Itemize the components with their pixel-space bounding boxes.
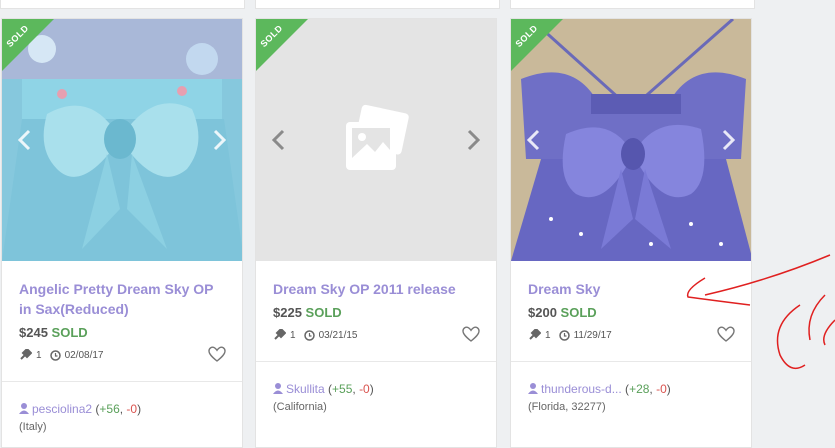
chevron-left-icon[interactable] xyxy=(523,127,545,153)
seller-location: (California) xyxy=(273,401,327,413)
positive-feedback: +56 xyxy=(99,402,120,416)
seller-line: thunderous-d... (+28, -0) xyxy=(528,382,671,396)
previous-row-card-edge xyxy=(255,0,500,9)
price-line: $225 SOLD xyxy=(273,305,342,320)
seller-location: (Italy) xyxy=(19,421,47,433)
status-sold: SOLD xyxy=(560,305,597,320)
feedback-close: ) xyxy=(666,382,671,396)
listing-title[interactable]: Angelic Pretty Dream Sky OP in Sax(Reduc… xyxy=(19,279,229,319)
listing-date: 11/29/17 xyxy=(573,329,612,341)
gavel-icon xyxy=(274,329,286,340)
seller-line: Skullita (+55, -0) xyxy=(273,382,374,396)
feedback-close: ) xyxy=(369,382,374,396)
previous-row-card-edge xyxy=(510,0,755,9)
price-line: $245 SOLD xyxy=(19,325,88,340)
price: $200 xyxy=(528,305,557,320)
card-divider xyxy=(2,381,242,382)
negative-feedback: -0 xyxy=(656,382,667,396)
chevron-right-icon[interactable] xyxy=(208,127,230,153)
status-sold: SOLD xyxy=(305,305,342,320)
listing-photo[interactable]: SOLD xyxy=(511,19,751,261)
gavel-icon xyxy=(529,329,541,340)
chevron-right-icon[interactable] xyxy=(717,127,739,153)
previous-row-card-edge xyxy=(0,0,245,9)
seller-location: (Florida, 32277) xyxy=(528,401,606,413)
bid-meta: 1 02/08/17 xyxy=(19,349,104,361)
bid-count: 1 xyxy=(36,349,42,361)
positive-feedback: +28 xyxy=(629,382,650,396)
bid-count: 1 xyxy=(545,329,551,341)
clock-icon xyxy=(49,349,61,361)
seller-line: pesciolina2 (+56, -0) xyxy=(19,402,141,416)
gavel-icon xyxy=(20,349,32,360)
price: $245 xyxy=(19,325,48,340)
negative-feedback: -0 xyxy=(126,402,138,416)
clock-icon xyxy=(558,329,570,341)
bid-count: 1 xyxy=(290,329,296,341)
listing-photo[interactable]: SOLD xyxy=(2,19,242,261)
feedback-close: ) xyxy=(137,402,142,416)
seller-name[interactable]: thunderous-d... xyxy=(541,382,622,396)
listing-card[interactable]: SOLD Angelic Pretty Dream Sky OP in Sax(… xyxy=(1,18,243,448)
card-divider xyxy=(256,361,496,362)
listing-card[interactable]: SOLD Dream Sky OP 2011 release $225 SOLD… xyxy=(255,18,497,448)
feedback-open: ( xyxy=(621,382,630,396)
heart-icon[interactable] xyxy=(208,346,226,362)
annotation-scribble xyxy=(686,254,835,370)
chevron-right-icon[interactable] xyxy=(462,127,484,153)
price-line: $200 SOLD xyxy=(528,305,597,320)
listing-date: 03/21/15 xyxy=(318,329,358,341)
chevron-left-icon[interactable] xyxy=(14,127,36,153)
bid-meta: 1 03/21/15 xyxy=(273,329,358,341)
heart-icon[interactable] xyxy=(462,326,480,342)
price: $225 xyxy=(273,305,302,320)
user-icon xyxy=(19,403,29,414)
chevron-left-icon[interactable] xyxy=(268,127,290,153)
user-icon xyxy=(528,383,538,394)
negative-feedback: -0 xyxy=(359,382,370,396)
status-sold: SOLD xyxy=(51,325,88,340)
bid-meta: 1 11/29/17 xyxy=(528,329,612,341)
listing-photo[interactable]: SOLD xyxy=(256,19,496,261)
positive-feedback: +55 xyxy=(332,382,353,396)
listing-title[interactable]: Dream Sky OP 2011 release xyxy=(273,279,483,299)
listing-date: 02/08/17 xyxy=(64,349,104,361)
seller-name[interactable]: Skullita xyxy=(286,382,325,396)
clock-icon xyxy=(303,329,315,341)
feedback-open: ( xyxy=(324,382,333,396)
seller-name[interactable]: pesciolina2 xyxy=(32,402,92,416)
user-icon xyxy=(273,383,283,394)
